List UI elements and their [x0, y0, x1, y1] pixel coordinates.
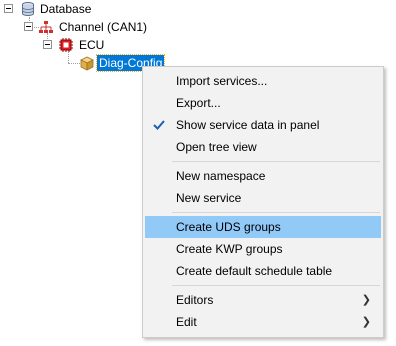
channel-collapse-toggle[interactable] — [24, 22, 33, 31]
database-icon — [22, 2, 34, 16]
menu-item-label: Create KWP groups — [176, 242, 283, 256]
menu-item-create-kwp-groups[interactable]: Create KWP groups — [145, 238, 381, 260]
menu-item-label: Edit — [176, 315, 197, 329]
menu-separator — [172, 161, 380, 162]
tree-item-channel-label[interactable]: Channel (CAN1) — [57, 19, 149, 35]
menu-item-edit[interactable]: Edit ❯ — [145, 311, 381, 333]
menu-item-show-service-data[interactable]: Show service data in panel — [145, 114, 381, 136]
menu-item-label: New service — [176, 191, 242, 205]
check-icon — [153, 120, 165, 130]
menu-item-import-services[interactable]: Import services... — [145, 70, 381, 92]
menu-item-create-default-schedule-table[interactable]: Create default schedule table — [145, 260, 381, 282]
page: Database Channel (CAN1) ECU Diag-Config … — [0, 0, 396, 346]
menu-separator — [172, 285, 380, 286]
menu-item-label: New namespace — [176, 169, 266, 183]
menu-item-open-tree-view[interactable]: Open tree view — [145, 136, 381, 158]
menu-item-label: Open tree view — [176, 140, 257, 154]
package-box-icon — [80, 56, 94, 71]
menu-item-create-uds-groups[interactable]: Create UDS groups — [145, 216, 381, 238]
tree-item-database-label[interactable]: Database — [38, 1, 93, 17]
menu-item-label: Editors — [176, 293, 214, 307]
ecu-collapse-toggle[interactable] — [43, 40, 52, 49]
menu-item-label: Create UDS groups — [176, 220, 281, 234]
tree-item-ecu-label[interactable]: ECU — [77, 37, 106, 53]
menu-item-editors[interactable]: Editors ❯ — [145, 289, 381, 311]
database-collapse-toggle[interactable] — [4, 4, 13, 13]
menu-item-new-service[interactable]: New service — [145, 187, 381, 209]
menu-item-label: Show service data in panel — [176, 118, 320, 132]
network-icon — [39, 21, 53, 33]
menu-item-export[interactable]: Export... — [145, 92, 381, 114]
chevron-right-icon: ❯ — [361, 294, 371, 306]
menu-item-label: Export... — [176, 96, 221, 110]
ecu-chip-icon — [59, 38, 73, 52]
menu-item-label: Import services... — [176, 74, 268, 88]
context-menu: Import services... Export... Show servic… — [142, 66, 384, 338]
menu-item-new-namespace[interactable]: New namespace — [145, 165, 381, 187]
chevron-right-icon: ❯ — [361, 316, 371, 328]
menu-item-label: Create default schedule table — [176, 264, 333, 278]
menu-separator — [172, 212, 380, 213]
